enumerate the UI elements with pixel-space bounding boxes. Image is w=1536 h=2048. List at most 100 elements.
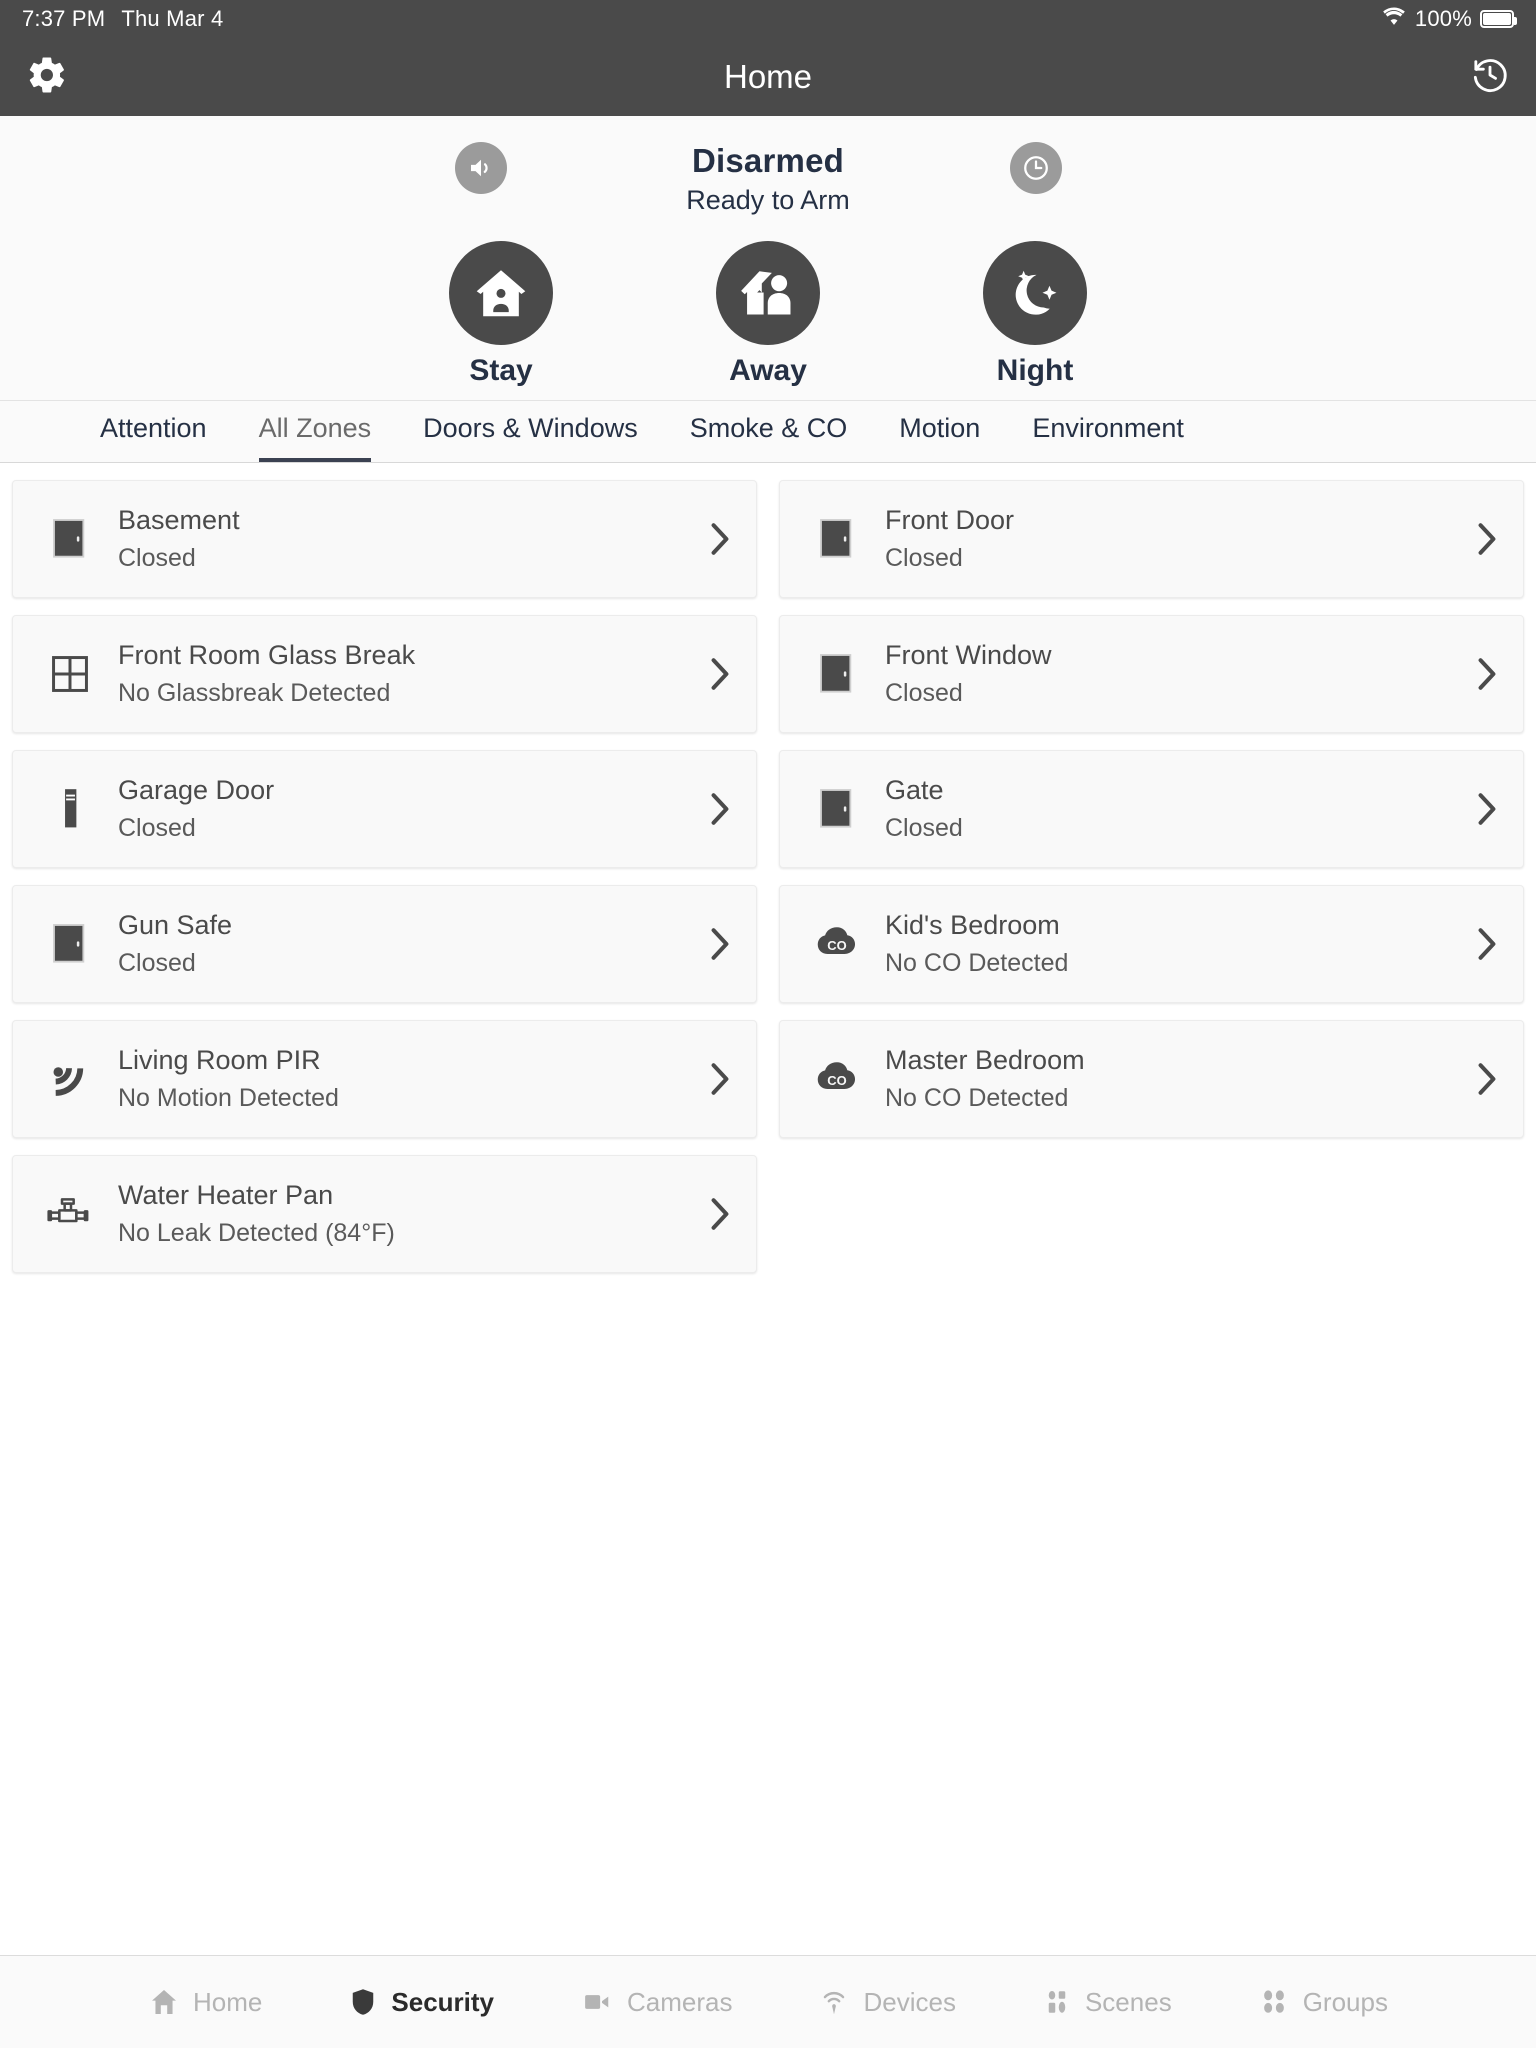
status-bar-time: 7:37 PM bbox=[22, 6, 106, 31]
zone-status: No CO Detected bbox=[885, 949, 1069, 978]
tab-attention[interactable]: Attention bbox=[100, 413, 207, 462]
zone-status: Closed bbox=[885, 679, 963, 708]
zone-text: Water Heater Pan No Leak Detected (84°F) bbox=[101, 1179, 706, 1250]
zone-name: Water Heater Pan bbox=[118, 1179, 334, 1210]
tab-motion[interactable]: Motion bbox=[899, 413, 980, 462]
zone-name: Front Window bbox=[885, 639, 1052, 670]
zone-card[interactable]: CO Master Bedroom No CO Detected bbox=[779, 1020, 1524, 1138]
zone-status: Closed bbox=[118, 814, 196, 843]
home-leaving-person-icon bbox=[716, 241, 820, 345]
door-icon bbox=[806, 517, 868, 561]
zone-card[interactable]: Gun Safe Closed bbox=[12, 885, 757, 1003]
arm-mode-stay[interactable]: Stay bbox=[408, 241, 594, 388]
ready-state-label: Ready to Arm bbox=[686, 185, 850, 215]
zone-text: Living Room PIR No Motion Detected bbox=[101, 1044, 706, 1115]
status-bar-date: Thu Mar 4 bbox=[121, 6, 224, 31]
home-person-icon bbox=[449, 241, 553, 345]
arm-mode-night-label: Night bbox=[996, 354, 1074, 387]
zone-card[interactable]: Water Heater Pan No Leak Detected (84°F) bbox=[12, 1155, 757, 1273]
zone-status: No Motion Detected bbox=[118, 1084, 339, 1113]
status-bar-right: 100% bbox=[1381, 6, 1517, 32]
co-detector-icon: CO bbox=[806, 923, 868, 965]
zone-status: Closed bbox=[885, 814, 963, 843]
speaker-icon[interactable] bbox=[455, 142, 507, 194]
zone-text: Front Door Closed bbox=[868, 504, 1473, 575]
chevron-right-icon[interactable] bbox=[1473, 787, 1501, 831]
video-camera-icon bbox=[580, 1987, 614, 2017]
zone-card[interactable]: Front Door Closed bbox=[779, 480, 1524, 598]
zone-status: No Leak Detected (84°F) bbox=[118, 1219, 395, 1248]
chevron-right-icon[interactable] bbox=[706, 1057, 734, 1101]
zone-name: Living Room PIR bbox=[118, 1044, 321, 1075]
zone-filter-tabs: Attention All Zones Doors & Windows Smok… bbox=[0, 401, 1536, 463]
tab-environment[interactable]: Environment bbox=[1032, 413, 1184, 462]
page-title: Home bbox=[723, 58, 813, 95]
bottom-tab-cameras-label: Cameras bbox=[627, 1986, 733, 2017]
chevron-right-icon[interactable] bbox=[1473, 517, 1501, 561]
zone-card[interactable]: Front Room Glass Break No Glassbreak Dete… bbox=[12, 615, 757, 733]
zone-name: Front Room Glass Break bbox=[118, 639, 416, 670]
shield-icon bbox=[348, 1986, 378, 2018]
zone-status: Closed bbox=[885, 544, 963, 573]
chevron-right-icon[interactable] bbox=[1473, 922, 1501, 966]
zone-status: No CO Detected bbox=[885, 1084, 1069, 1113]
tab-all-zones[interactable]: All Zones bbox=[258, 413, 372, 462]
zone-name: Gate bbox=[885, 774, 944, 805]
zone-text: Gate Closed bbox=[868, 774, 1473, 845]
bottom-tab-scenes[interactable]: Scenes bbox=[999, 1986, 1215, 2018]
chevron-right-icon[interactable] bbox=[1473, 652, 1501, 696]
chevron-right-icon[interactable] bbox=[706, 922, 734, 966]
bottom-tab-home[interactable]: Home bbox=[105, 1986, 305, 2018]
wifi-icon bbox=[1381, 6, 1407, 32]
armed-state-label: Disarmed bbox=[691, 142, 844, 179]
zone-card[interactable]: CO Kid's Bedroom No CO Detected bbox=[779, 885, 1524, 1003]
zone-list: Basement Closed Front Door Closed Front Room… bbox=[0, 463, 1536, 1903]
motion-icon bbox=[39, 1057, 101, 1101]
tab-smoke-co[interactable]: Smoke & CO bbox=[690, 413, 848, 462]
bottom-tab-security[interactable]: Security bbox=[305, 1986, 537, 2018]
chevron-right-icon[interactable] bbox=[706, 652, 734, 696]
co-detector-icon: CO bbox=[806, 1058, 868, 1100]
chevron-right-icon[interactable] bbox=[1473, 1057, 1501, 1101]
zone-name: Kid's Bedroom bbox=[885, 909, 1060, 940]
status-bar: 7:37 PM Thu Mar 4 100% bbox=[0, 0, 1536, 38]
bottom-tab-home-label: Home bbox=[193, 1986, 263, 2017]
door-icon bbox=[806, 652, 868, 696]
zone-card[interactable]: Gate Closed bbox=[779, 750, 1524, 868]
zone-text: Garage Door Closed bbox=[101, 774, 706, 845]
status-text-block: Disarmed Ready to Arm bbox=[0, 142, 1536, 216]
zone-card[interactable]: Basement Closed bbox=[12, 480, 757, 598]
chevron-right-icon[interactable] bbox=[706, 787, 734, 831]
tab-doors-windows[interactable]: Doors & Windows bbox=[423, 413, 638, 462]
arm-mode-away[interactable]: Away bbox=[675, 241, 861, 388]
zone-card[interactable]: Garage Door Closed bbox=[12, 750, 757, 868]
chevron-right-icon[interactable] bbox=[706, 517, 734, 561]
history-icon[interactable] bbox=[1470, 55, 1510, 100]
scenes-icon bbox=[1042, 1986, 1072, 2018]
bottom-tab-scenes-label: Scenes bbox=[1084, 1986, 1172, 2017]
arm-mode-away-label: Away bbox=[729, 354, 807, 387]
gear-icon[interactable] bbox=[26, 54, 68, 101]
door-icon bbox=[39, 922, 101, 966]
garage-door-icon bbox=[39, 786, 101, 832]
zone-name: Basement bbox=[118, 504, 240, 535]
bottom-tab-bar: Home Security Cameras Devices Scenes Gro… bbox=[0, 1955, 1536, 2048]
zone-status: No Glassbreak Detected bbox=[118, 679, 391, 708]
bottom-tab-devices[interactable]: Devices bbox=[775, 1986, 998, 2018]
zone-name: Garage Door bbox=[118, 774, 275, 805]
clock-icon[interactable] bbox=[1010, 142, 1062, 194]
status-row: Disarmed Ready to Arm bbox=[0, 142, 1536, 238]
antenna-icon bbox=[818, 1986, 850, 2018]
zone-card[interactable]: Front Window Closed bbox=[779, 615, 1524, 733]
arm-mode-night[interactable]: Night bbox=[942, 241, 1128, 388]
bottom-tab-devices-label: Devices bbox=[863, 1986, 956, 2017]
zone-card[interactable]: Living Room PIR No Motion Detected bbox=[12, 1020, 757, 1138]
zone-text: Front Window Closed bbox=[868, 639, 1473, 710]
house-icon bbox=[148, 1986, 180, 2018]
bottom-tab-groups[interactable]: Groups bbox=[1215, 1986, 1431, 2018]
chevron-right-icon[interactable] bbox=[706, 1192, 734, 1236]
svg-text:CO: CO bbox=[827, 1073, 846, 1088]
bottom-tab-cameras[interactable]: Cameras bbox=[537, 1987, 775, 2018]
zone-text: Master Bedroom No CO Detected bbox=[868, 1044, 1473, 1115]
security-status-panel: Disarmed Ready to Arm Stay Away Night bbox=[0, 116, 1536, 401]
